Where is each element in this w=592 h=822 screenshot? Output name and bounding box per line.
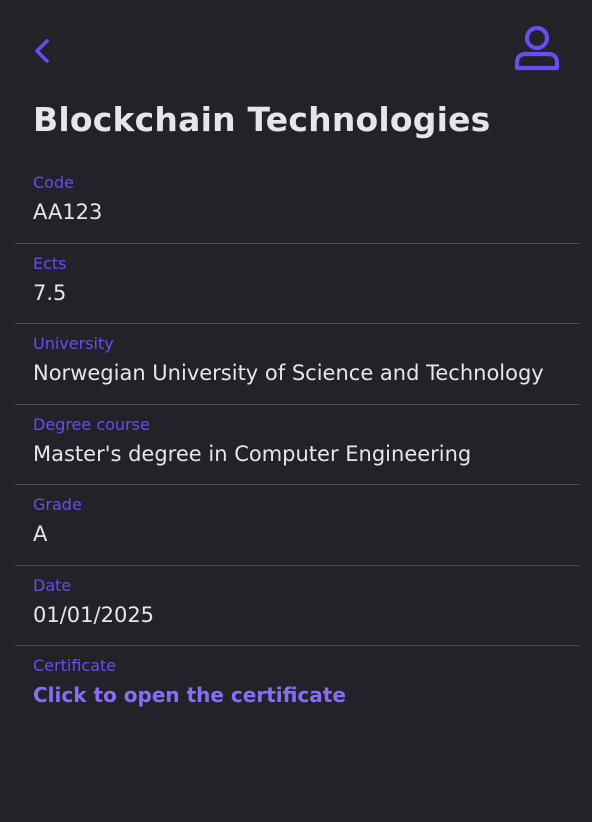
university-row: University Norwegian University of Scien… [15,324,579,405]
grade-row: Grade A [15,485,579,566]
user-icon [514,25,560,71]
certificate-label: Certificate [33,656,117,675]
top-bar [0,0,592,100]
ects-label: Ects [33,253,67,273]
university-value: Norwegian University of Science and Tech… [33,361,544,385]
code-row: Code AA123 [15,163,579,244]
ects-value: 7.5 [33,280,67,305]
degree-course-row: Degree course Master's degree in Compute… [15,405,579,485]
course-details: Code AA123 Ects 7.5 University Norwegian… [15,163,579,727]
code-label: Code [33,173,74,192]
degree-course-value: Master's degree in Computer Engineering [33,441,472,466]
date-label: Date [33,575,72,595]
chevron-left-icon [35,39,49,63]
date-value: 01/01/2025 [33,602,155,627]
back-button[interactable] [28,36,56,66]
ects-row: Ects 7.5 [15,244,579,324]
page-title: Blockchain Technologies [33,100,491,139]
grade-label: Grade [33,495,82,514]
date-row: Date 01/01/2025 [15,566,579,646]
university-label: University [33,334,114,353]
profile-button[interactable] [508,22,566,74]
certificate-link[interactable]: Click to open the certificate [33,682,346,708]
degree-course-label: Degree course [33,414,150,434]
grade-value: A [33,522,48,546]
certificate-row: Certificate Click to open the certificat… [15,646,579,727]
code-value: AA123 [33,200,103,224]
